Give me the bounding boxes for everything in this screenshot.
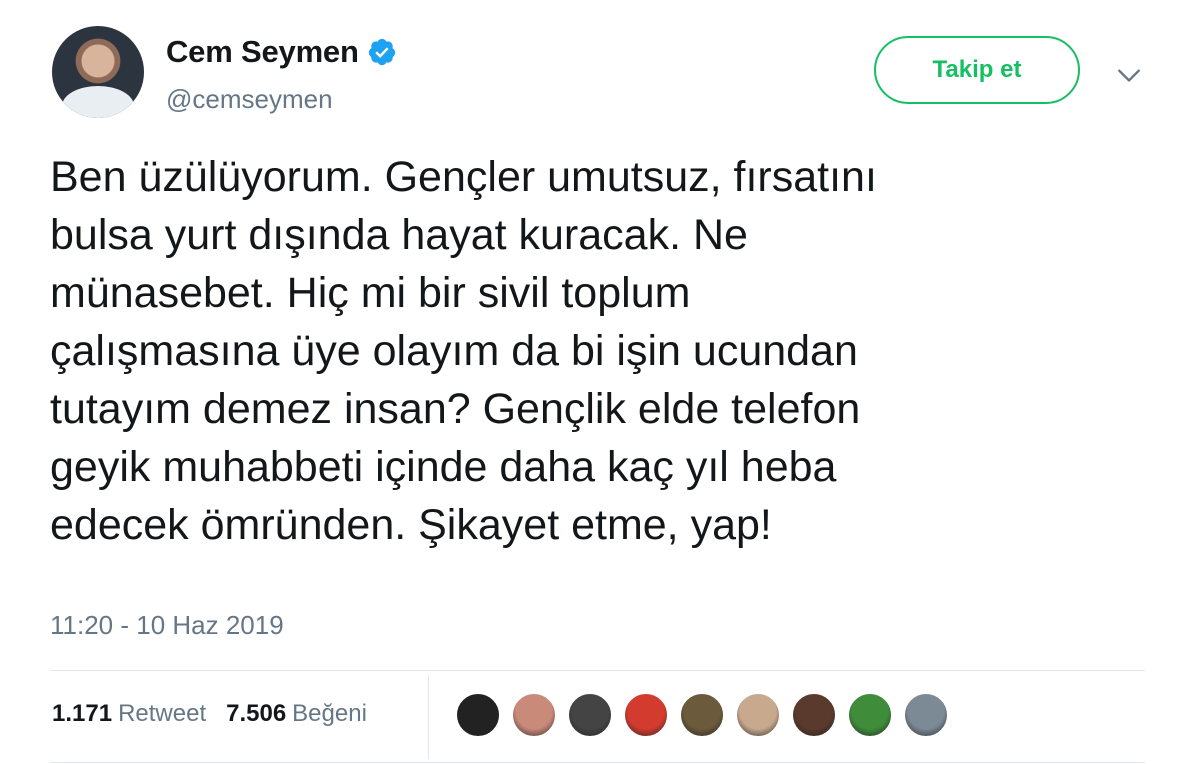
liker-avatar[interactable] bbox=[623, 692, 669, 738]
tweet-header: Cem Seymen @cemseymen Takip et bbox=[50, 24, 1150, 124]
user-avatar[interactable] bbox=[52, 26, 144, 118]
like-count: 7.506 bbox=[226, 700, 287, 727]
liker-avatar[interactable] bbox=[791, 692, 837, 738]
tweet-text-line: bulsa yurt dışında hayat kuracak. Ne bbox=[50, 211, 748, 259]
tweet-text-line: münasebet. Hiç mi bir sivil toplum bbox=[50, 269, 691, 317]
liker-avatar[interactable] bbox=[903, 692, 949, 738]
tweet-text-line: çalışmasına üye olayım da bi işin ucunda… bbox=[50, 327, 858, 375]
verified-badge-icon bbox=[368, 38, 395, 66]
user-display-name[interactable]: Cem Seymen bbox=[166, 34, 359, 70]
like-label: Beğeni bbox=[292, 700, 367, 727]
retweet-label: Retweet bbox=[118, 700, 207, 727]
tweet-text-line: geyik muhabbeti içinde daha kaç yıl heba bbox=[50, 443, 837, 491]
divider bbox=[50, 670, 1145, 671]
tweet-text-line: tutayım demez insan? Gençlik elde telefo… bbox=[50, 385, 861, 433]
liker-avatar[interactable] bbox=[735, 692, 781, 738]
name-row: Cem Seymen bbox=[166, 34, 397, 70]
liker-avatar[interactable] bbox=[567, 692, 613, 738]
chevron-down-icon[interactable] bbox=[1116, 62, 1142, 88]
tweet-text-line: Ben üzülüyorum. Gençler umutsuz, fırsatı… bbox=[50, 153, 877, 201]
liker-avatar[interactable] bbox=[847, 692, 893, 738]
retweet-count: 1.171 bbox=[52, 700, 113, 727]
stats-divider bbox=[428, 675, 429, 759]
like-stat[interactable]: 7.506 Beğeni bbox=[226, 700, 367, 728]
tweet-text: Ben üzülüyorum. Gençler umutsuz, fırsatı… bbox=[50, 148, 1160, 554]
tweet-stats: 1.171 Retweet 7.506 Beğeni bbox=[52, 700, 387, 728]
liker-avatar[interactable] bbox=[455, 692, 501, 738]
user-handle[interactable]: @cemseymen bbox=[166, 84, 333, 115]
tweet-timestamp[interactable]: 11:20 - 10 Haz 2019 bbox=[50, 610, 284, 641]
follow-button[interactable]: Takip et bbox=[874, 36, 1080, 104]
liker-avatar[interactable] bbox=[679, 692, 725, 738]
liker-avatar[interactable] bbox=[511, 692, 557, 738]
divider bbox=[50, 762, 1145, 763]
likers-avatars bbox=[455, 692, 959, 738]
retweet-stat[interactable]: 1.171 Retweet bbox=[52, 700, 206, 728]
tweet-text-line: edecek ömründen. Şikayet etme, yap! bbox=[50, 501, 772, 549]
